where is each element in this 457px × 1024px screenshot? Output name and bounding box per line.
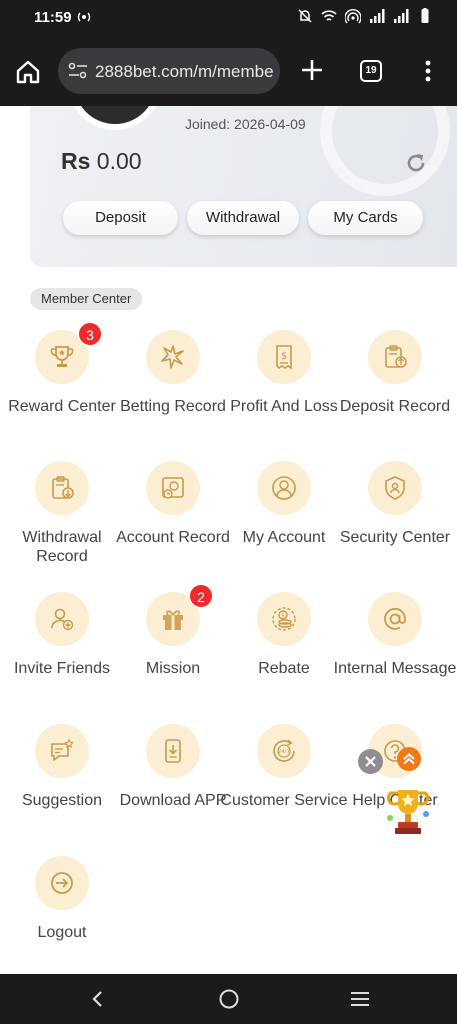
- refresh-icon[interactable]: [404, 151, 428, 175]
- receipt-icon: $: [257, 330, 311, 384]
- menu-item-security-center[interactable]: Security Center: [340, 461, 450, 571]
- menu-item-withdrawal-record[interactable]: Withdrawal Record: [7, 461, 117, 571]
- battery-icon: [421, 8, 429, 23]
- menu-item-logout[interactable]: Logout: [7, 856, 117, 956]
- status-time: 11:59: [34, 9, 72, 26]
- menu-item-profit-and-loss[interactable]: $ Profit And Loss: [229, 330, 339, 440]
- signal-icon: [370, 9, 385, 23]
- menu-item-internal-message[interactable]: Internal Message: [334, 592, 456, 702]
- signal-icon: [394, 9, 409, 23]
- more-menu-icon[interactable]: [420, 57, 436, 85]
- withdrawal-button[interactable]: Withdrawal: [187, 201, 299, 235]
- clipboard-upload-icon: [368, 330, 422, 384]
- avatar[interactable]: [68, 106, 162, 130]
- chat-star-icon: [35, 724, 89, 778]
- item-label: Security Center: [339, 529, 451, 546]
- double-chevron-up-icon: [403, 753, 415, 765]
- menu-item-customer-service[interactable]: 24/7 Customer Service: [220, 724, 348, 834]
- menu-item-deposit-record[interactable]: Deposit Record: [340, 330, 450, 440]
- new-tab-icon[interactable]: [298, 56, 326, 84]
- scroll-top-button[interactable]: [397, 747, 421, 771]
- shield-user-icon: [368, 461, 422, 515]
- recent-apps-icon[interactable]: [349, 989, 371, 1009]
- joined-date: Joined: 2026-04-09: [185, 116, 306, 132]
- menu-item-account-record[interactable]: Account Record: [116, 461, 230, 571]
- star-ball-icon: [146, 330, 200, 384]
- menu-item-rebate[interactable]: $ Rebate: [229, 592, 339, 702]
- trophy-float-icon[interactable]: [384, 784, 432, 840]
- mute-icon: [298, 9, 312, 23]
- menu-item-reward-center[interactable]: 3 Reward Center: [7, 322, 117, 440]
- menu-item-invite-friends[interactable]: Invite Friends: [7, 592, 117, 702]
- coins-icon: $: [257, 592, 311, 646]
- wifi-icon: [321, 10, 337, 21]
- item-label: Deposit Record: [339, 398, 451, 415]
- logout-icon: [35, 856, 89, 910]
- user-icon: [257, 461, 311, 515]
- currency-label: Rs: [61, 148, 91, 174]
- balance-value: 0.00: [96, 148, 142, 174]
- svg-text:24/7: 24/7: [278, 749, 291, 755]
- status-bar: 11:59: [0, 0, 457, 36]
- svg-text:$: $: [281, 351, 287, 362]
- hotspot-icon: [345, 9, 361, 24]
- at-sign-icon: [368, 592, 422, 646]
- my-cards-button[interactable]: My Cards: [308, 201, 423, 235]
- close-float-button[interactable]: [358, 749, 383, 774]
- back-icon[interactable]: [88, 989, 108, 1009]
- support-24-7-icon: 24/7: [257, 724, 311, 778]
- notification-badge: 3: [78, 322, 102, 346]
- phone-download-icon: [146, 724, 200, 778]
- menu-item-download-app[interactable]: Download APP: [118, 724, 228, 834]
- item-label: Logout: [37, 924, 87, 941]
- menu-item-betting-record[interactable]: Betting Record: [118, 330, 228, 440]
- radio-icon: [77, 10, 91, 27]
- browser-toolbar: 2888bet.com/m/membe 19: [0, 36, 457, 106]
- clipboard-download-icon: [35, 461, 89, 515]
- menu-item-suggestion[interactable]: Suggestion: [7, 724, 117, 834]
- add-user-icon: [35, 592, 89, 646]
- home-circle-icon[interactable]: [218, 988, 240, 1010]
- home-icon[interactable]: [14, 58, 42, 86]
- url-text[interactable]: 2888bet.com/m/membe: [95, 62, 273, 82]
- deposit-button[interactable]: Deposit: [63, 201, 178, 235]
- profile-card: Joined: 2026-04-09 Rs 0.00 Deposit Withd…: [30, 106, 457, 267]
- menu-item-my-account[interactable]: My Account: [229, 461, 339, 571]
- address-bar[interactable]: 2888bet.com/m/membe: [58, 48, 280, 94]
- safe-clock-icon: [146, 461, 200, 515]
- item-label: Internal Message: [333, 660, 457, 677]
- site-settings-icon[interactable]: [68, 62, 88, 80]
- close-icon: [365, 756, 376, 767]
- balance: Rs 0.00: [61, 148, 142, 175]
- svg-text:$: $: [281, 613, 285, 620]
- tab-switcher-button[interactable]: 19: [360, 60, 382, 82]
- notification-badge: 2: [189, 584, 213, 608]
- menu-item-mission[interactable]: 2 Mission: [118, 584, 228, 702]
- member-center-title: Member Center: [30, 288, 143, 310]
- decorative-shape: [320, 106, 450, 196]
- system-nav-bar: [0, 974, 457, 1024]
